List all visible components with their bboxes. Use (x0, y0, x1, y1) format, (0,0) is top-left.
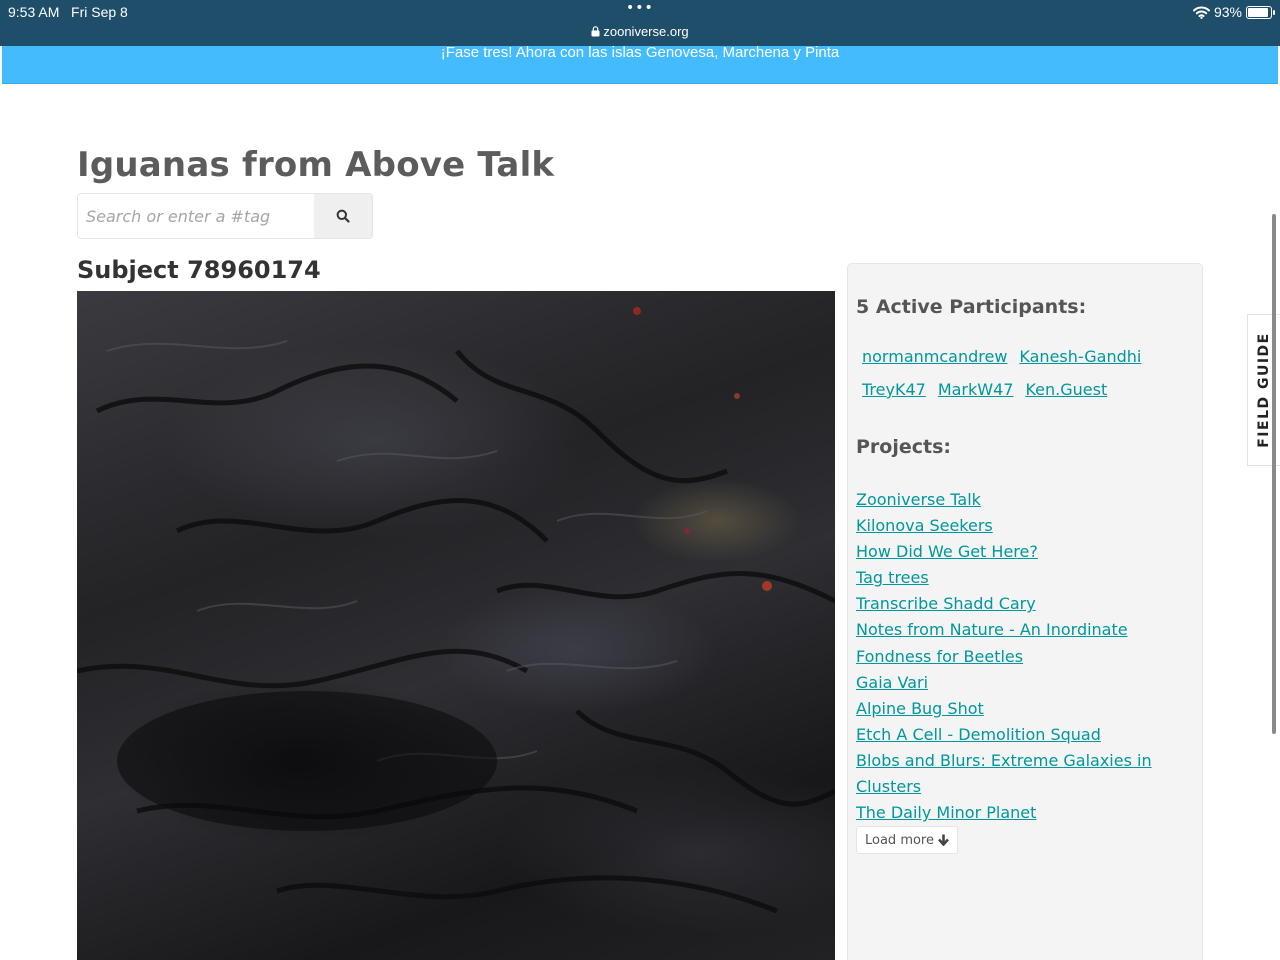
announcement-banner: ¡Fase tres! Ahora con las islas Genovesa… (2, 44, 1278, 84)
battery-fill (1248, 7, 1269, 17)
list-item: The Daily Minor Planet (856, 800, 1186, 826)
participants-list: normanmcandrew Kanesh-Gandhi TreyK47 Mar… (862, 346, 1182, 400)
load-more-button[interactable]: Load more (856, 826, 958, 854)
list-item: Clusters (856, 774, 1186, 800)
project-link[interactable]: Notes from Nature - An Inordinate (856, 620, 1128, 639)
list-item: Blobs and Blurs: Extreme Galaxies in (856, 748, 1186, 774)
list-item: Zooniverse Talk (856, 487, 1186, 513)
address-bar[interactable]: zooniverse.org (0, 24, 1280, 39)
project-link[interactable]: Alpine Bug Shot (856, 699, 984, 718)
project-link[interactable]: Zooniverse Talk (856, 490, 981, 509)
page-title: Iguanas from Above Talk (77, 145, 555, 185)
project-link[interactable]: Tag trees (856, 568, 929, 587)
projects-title: Projects: (856, 436, 951, 458)
url-text: zooniverse.org (603, 24, 689, 39)
arrow-down-icon (938, 834, 949, 846)
banner-text: ¡Fase tres! Ahora con las islas Genovesa… (440, 44, 840, 61)
list-item: Tag trees (856, 565, 1186, 591)
subject-title: Subject 78960174 (77, 256, 321, 284)
project-link[interactable]: How Did We Get Here? (856, 542, 1038, 561)
status-time: 9:53 AM Fri Sep 8 (8, 4, 128, 20)
participant-link[interactable]: Ken.Guest (1025, 379, 1107, 400)
status-indicators: 93% (1192, 4, 1275, 20)
page-scrollbar[interactable] (1272, 214, 1276, 734)
project-link[interactable]: The Daily Minor Planet (856, 803, 1036, 822)
more-dots-icon[interactable]: ••• (626, 0, 654, 16)
project-link[interactable]: Blobs and Blurs: Extreme Galaxies in (856, 751, 1152, 770)
list-item: Kilonova Seekers (856, 513, 1186, 539)
search-input[interactable] (78, 194, 314, 238)
project-link[interactable]: Kilonova Seekers (856, 516, 993, 535)
load-more-label: Load more (865, 832, 934, 848)
search-bar (77, 193, 373, 239)
battery-percent: 93% (1213, 4, 1242, 20)
project-link[interactable]: Transcribe Shadd Cary (856, 594, 1036, 613)
list-item: Gaia Vari (856, 670, 1186, 696)
list-item: Transcribe Shadd Cary (856, 591, 1186, 617)
participants-title: 5 Active Participants: (856, 296, 1087, 318)
list-item: Alpine Bug Shot (856, 696, 1186, 722)
list-item: Notes from Nature - An Inordinate (856, 617, 1186, 643)
search-icon (336, 209, 350, 223)
project-link[interactable]: Gaia Vari (856, 673, 928, 692)
project-link[interactable]: Clusters (856, 777, 921, 796)
list-item: How Did We Get Here? (856, 539, 1186, 565)
talk-sidebar: 5 Active Participants: normanmcandrew Ka… (847, 263, 1203, 960)
field-guide-label: FIELD GUIDE (1256, 332, 1273, 448)
search-button[interactable] (314, 194, 372, 238)
project-link[interactable]: Fondness for Beetles (856, 647, 1023, 666)
participant-link[interactable]: normanmcandrew (862, 346, 1007, 367)
status-bar: 9:53 AM Fri Sep 8 ••• zooniverse.org 93% (0, 0, 1280, 46)
project-link[interactable]: Etch A Cell - Demolition Squad (856, 725, 1101, 744)
participant-link[interactable]: TreyK47 (862, 379, 926, 400)
subject-image[interactable] (77, 291, 835, 960)
participant-link[interactable]: Kanesh-Gandhi (1019, 346, 1141, 367)
lock-icon (591, 26, 600, 37)
list-item: Etch A Cell - Demolition Squad (856, 722, 1186, 748)
lava-rock-texture (77, 307, 835, 914)
list-item: Fondness for Beetles (856, 644, 1186, 670)
wifi-icon (1192, 6, 1210, 19)
battery-icon (1246, 5, 1275, 19)
participant-link[interactable]: MarkW47 (938, 379, 1014, 400)
projects-list: Zooniverse Talk Kilonova Seekers How Did… (856, 487, 1186, 826)
